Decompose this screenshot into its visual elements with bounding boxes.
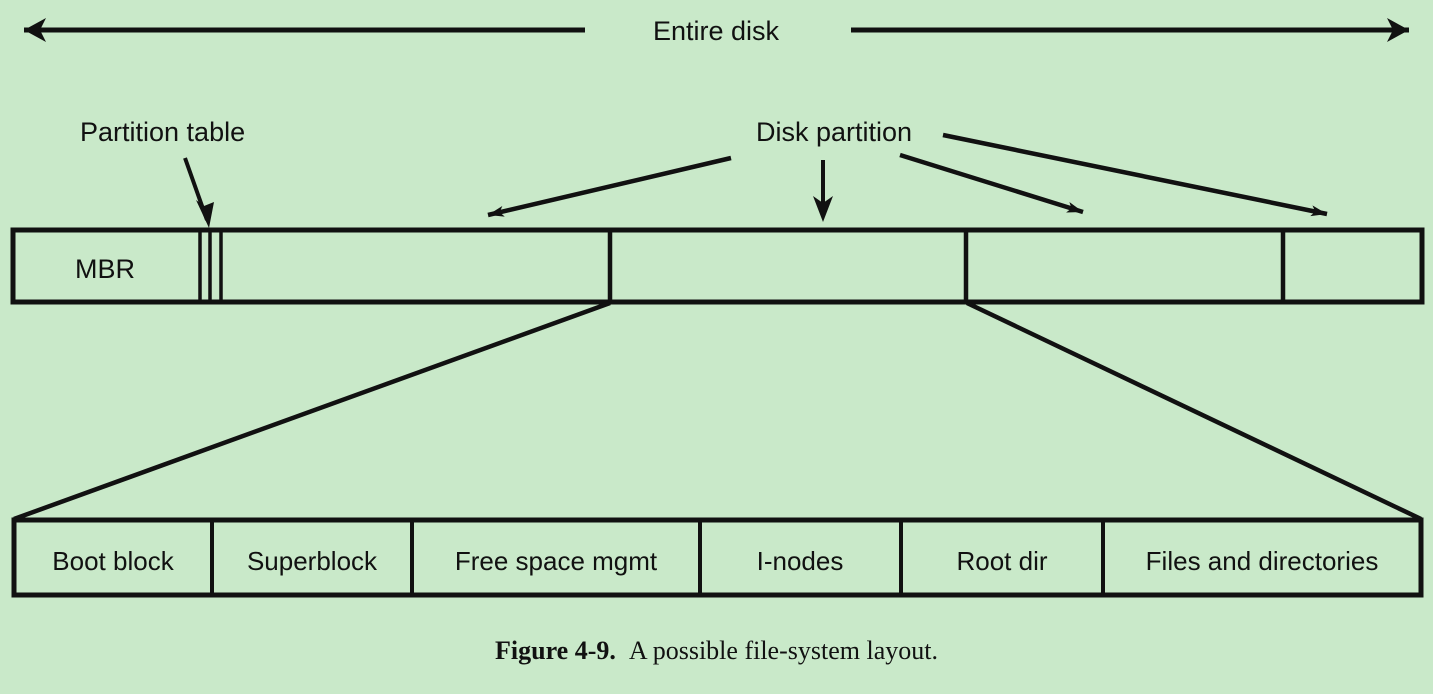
detail-block-label-root-dir: Root dir <box>956 546 1047 576</box>
entire-disk-label: Entire disk <box>653 16 780 46</box>
entire-disk-arrow-group: Entire disk <box>24 16 1409 46</box>
expansion-guide-left <box>13 300 611 522</box>
disk-bar-outline <box>10 227 1425 305</box>
disk-partition-label: Disk partition <box>756 117 912 147</box>
detail-block-label-free-space-mgmt: Free space mgmt <box>455 546 658 576</box>
disk-partition-callout-group: Disk partition <box>487 117 1328 222</box>
mbr-label: MBR <box>75 254 135 284</box>
figure-container: Entire disk Partition table Disk partiti… <box>0 0 1433 694</box>
partition-table-callout-group: Partition table <box>80 117 245 228</box>
expansion-guides <box>13 300 1422 522</box>
detail-block-label-files-and-directories: Files and directories <box>1146 546 1379 576</box>
figure-caption: Figure 4-9. A possible file-system layou… <box>0 636 1433 666</box>
detail-block-label-i-nodes: I-nodes <box>757 546 844 576</box>
detail-block-label-superblock: Superblock <box>247 546 378 576</box>
figure-caption-text: A possible file-system layout. <box>628 636 938 665</box>
expansion-guide-right <box>966 300 1422 522</box>
figure-caption-number: Figure 4-9. <box>495 636 616 665</box>
partition-table-label: Partition table <box>80 117 245 147</box>
disk-partition-leader-3 <box>899 152 1084 215</box>
partition-table-arrowhead <box>196 200 214 228</box>
disk-partition-leader-4 <box>942 132 1328 217</box>
figure-caption-spacer <box>616 636 629 665</box>
detail-block-label-boot-block: Boot block <box>52 546 174 576</box>
figure-diagram: Entire disk Partition table Disk partiti… <box>10 16 1425 598</box>
disk-partition-leader-1 <box>487 155 732 218</box>
disk-bar: MBR <box>10 227 1425 305</box>
partition-detail-bar: Boot block Superblock Free space mgmt I-… <box>11 517 1424 598</box>
